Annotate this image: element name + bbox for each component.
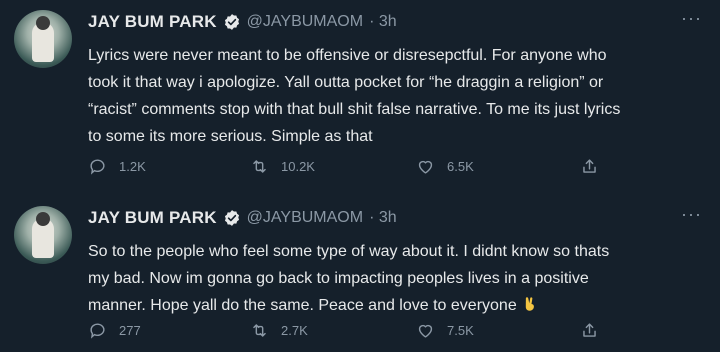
reply-button[interactable]: 277 (88, 321, 141, 340)
tweet-header: JAY BUM PARK @JAYBUMAOM · 3h (88, 206, 397, 230)
tweet-text-line: my bad. Now im gonna go back to impactin… (88, 270, 589, 287)
retweet-count: 2.7K (281, 322, 308, 338)
reply-icon (90, 322, 105, 339)
tweet-text-line: So to the people who feel some type of w… (88, 243, 610, 260)
tweet[interactable]: JAY BUM PARK @JAYBUMAOM · 3h ··· So to t… (0, 196, 720, 352)
reply-count: 277 (119, 322, 141, 338)
timestamp[interactable]: · 3h (369, 209, 397, 227)
display-name[interactable]: JAY BUM PARK (88, 208, 217, 228)
tweet-text-line: manner. Hope yall do the same. Peace and… (88, 292, 698, 319)
timestamp[interactable]: · 3h (369, 13, 397, 31)
more-options-icon[interactable]: ··· (681, 204, 702, 225)
retweet-icon (253, 159, 266, 173)
reply-icon (90, 158, 105, 175)
retweet-count: 10.2K (281, 158, 315, 174)
tweet-text-line: took it that way i apologize. Yall outta… (88, 74, 604, 91)
tweet-text-line: Lyrics were never meant to be offensive … (88, 47, 607, 64)
share-button[interactable] (580, 157, 599, 176)
reply-count: 1.2K (119, 158, 146, 174)
share-button[interactable] (580, 321, 599, 340)
share-icon (583, 158, 596, 173)
tweet-text-line: “racist” comments stop with that bull sh… (88, 101, 621, 118)
tweet[interactable]: JAY BUM PARK @JAYBUMAOM · 3h ··· Lyrics … (0, 0, 720, 188)
like-count: 7.5K (447, 322, 474, 338)
verified-badge-icon (224, 14, 239, 30)
share-icon (583, 322, 596, 337)
reply-button[interactable]: 1.2K (88, 157, 146, 176)
tweet-text: So to the people who feel some type of w… (88, 238, 698, 319)
handle[interactable]: @JAYBUMAOM (247, 209, 363, 227)
tweet-header: JAY BUM PARK @JAYBUMAOM · 3h (88, 10, 397, 34)
tweet-divider (0, 188, 720, 196)
tweet-text-line: to some its more serious. Simple as that (88, 128, 373, 145)
avatar[interactable] (14, 10, 72, 68)
retweet-icon (253, 323, 266, 337)
more-options-icon[interactable]: ··· (681, 8, 702, 29)
heart-icon (418, 324, 433, 338)
retweet-button[interactable]: 2.7K (250, 321, 308, 340)
like-count: 6.5K (447, 158, 474, 174)
tweet-text-line-content: manner. Hope yall do the same. Peace and… (88, 297, 517, 314)
like-button[interactable]: 6.5K (416, 157, 474, 176)
victory-hand-emoji (525, 297, 534, 311)
verified-badge-icon (224, 210, 239, 226)
retweet-button[interactable]: 10.2K (250, 157, 315, 176)
like-button[interactable]: 7.5K (416, 321, 474, 340)
heart-icon (418, 160, 433, 174)
tweet-text: Lyrics were never meant to be offensive … (88, 42, 698, 150)
avatar[interactable] (14, 206, 72, 264)
display-name[interactable]: JAY BUM PARK (88, 12, 217, 32)
handle[interactable]: @JAYBUMAOM (247, 13, 363, 31)
